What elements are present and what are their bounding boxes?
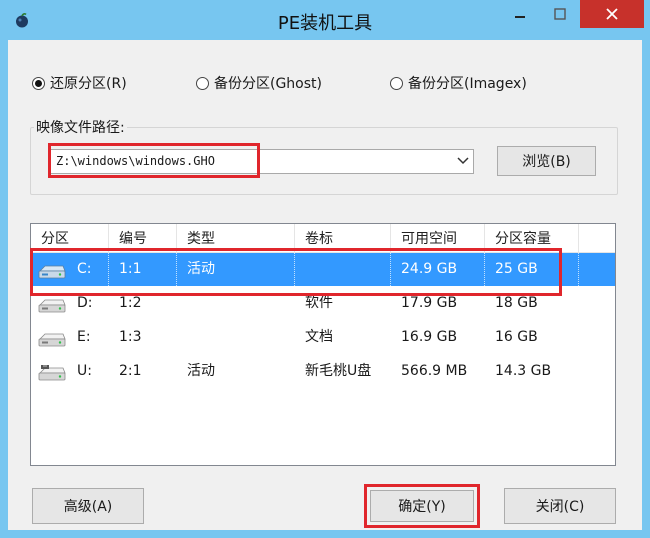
cell-partition: D: bbox=[77, 295, 93, 311]
cell-free: 566.9 MB bbox=[401, 363, 468, 379]
cell-type bbox=[177, 287, 295, 320]
cell-free: 16.9 GB bbox=[401, 329, 458, 345]
cell-type: 活动 bbox=[177, 253, 295, 286]
cell-free: 17.9 GB bbox=[401, 295, 458, 311]
table-row[interactable]: E: 1:3 文档 16.9 GB 16 GB bbox=[31, 321, 615, 354]
column-header-free[interactable]: 可用空间 bbox=[391, 224, 485, 252]
radio-indicator[interactable] bbox=[390, 76, 403, 90]
hard-drive-icon bbox=[38, 265, 66, 279]
column-header-capacity[interactable]: 分区容量 bbox=[485, 224, 579, 252]
close-window-button[interactable] bbox=[580, 0, 644, 28]
cell-number: 1:1 bbox=[109, 253, 177, 286]
dialog-body: 还原分区(R) 备份分区(Ghost) 备份分区(Imagex) 映像文件路径:… bbox=[8, 40, 642, 530]
cell-partition: C: bbox=[67, 253, 109, 286]
maximize-button[interactable] bbox=[540, 0, 580, 28]
app-window: PE装机工具 还原分区(R) 备份分区(Ghost) 备份分区(Imagex) … bbox=[0, 0, 650, 538]
column-header-partition[interactable]: 分区 bbox=[31, 224, 109, 252]
cell-capacity: 18 GB bbox=[495, 295, 538, 311]
table-row[interactable]: U: 2:1 活动 新毛桃U盘 566.9 MB 14.3 GB bbox=[31, 355, 615, 388]
hard-drive-icon bbox=[38, 333, 66, 347]
cell-partition: E: bbox=[77, 329, 91, 345]
close-button[interactable]: 关闭(C) bbox=[504, 488, 616, 524]
cell-type bbox=[177, 321, 295, 354]
cell-number: 1:2 bbox=[119, 295, 142, 311]
image-path-label: 映像文件路径: bbox=[34, 117, 127, 137]
radio-label: 还原分区(R) bbox=[50, 76, 127, 92]
radio-indicator-checked[interactable] bbox=[32, 76, 45, 90]
cell-capacity: 14.3 GB bbox=[495, 363, 552, 379]
table-row[interactable]: C: 1:1 活动 24.9 GB 25 GB bbox=[31, 253, 615, 286]
column-header-type[interactable]: 类型 bbox=[177, 224, 295, 252]
radio-restore-partition[interactable]: 还原分区(R) bbox=[32, 73, 127, 93]
column-header-number[interactable]: 编号 bbox=[109, 224, 177, 252]
radio-backup-imagex[interactable]: 备份分区(Imagex) bbox=[390, 73, 527, 93]
close-icon bbox=[606, 8, 618, 20]
cell-number: 2:1 bbox=[119, 363, 142, 379]
cell-label bbox=[295, 253, 391, 286]
table-row[interactable]: D: 1:2 软件 17.9 GB 18 GB bbox=[31, 287, 615, 320]
cell-label: 新毛桃U盘 bbox=[305, 363, 372, 379]
title-bar[interactable]: PE装机工具 bbox=[0, 0, 650, 40]
minimize-icon bbox=[515, 16, 525, 18]
cell-label: 文档 bbox=[305, 329, 333, 345]
partition-table[interactable]: 分区 编号 类型 卷标 可用空间 分区容量 C: 1:1 活动 24.9 GB … bbox=[30, 223, 616, 466]
hard-drive-icon bbox=[38, 299, 66, 313]
table-header: 分区 编号 类型 卷标 可用空间 分区容量 bbox=[31, 224, 615, 253]
browse-button[interactable]: 浏览(B) bbox=[497, 146, 596, 176]
advanced-button[interactable]: 高级(A) bbox=[32, 488, 144, 524]
cell-free: 24.9 GB bbox=[391, 253, 485, 286]
minimize-button[interactable] bbox=[500, 0, 540, 28]
cell-number: 1:3 bbox=[119, 329, 142, 345]
cell-type: 活动 bbox=[187, 363, 215, 379]
usb-drive-icon bbox=[38, 365, 66, 381]
cell-capacity: 25 GB bbox=[485, 253, 579, 286]
cell-capacity: 16 GB bbox=[495, 329, 538, 345]
radio-label: 备份分区(Imagex) bbox=[408, 76, 527, 92]
chevron-down-icon[interactable] bbox=[457, 157, 469, 165]
cell-label: 软件 bbox=[305, 295, 333, 311]
maximize-icon bbox=[554, 8, 566, 20]
ok-button[interactable]: 确定(Y) bbox=[370, 490, 474, 522]
column-header-label[interactable]: 卷标 bbox=[295, 224, 391, 252]
radio-indicator[interactable] bbox=[196, 76, 209, 90]
radio-label: 备份分区(Ghost) bbox=[214, 76, 322, 92]
cell-partition: U: bbox=[77, 363, 92, 379]
image-path-combobox[interactable]: Z:\windows\windows.GHO bbox=[50, 149, 474, 174]
image-path-value: Z:\windows\windows.GHO bbox=[56, 154, 215, 168]
radio-backup-ghost[interactable]: 备份分区(Ghost) bbox=[196, 73, 322, 93]
